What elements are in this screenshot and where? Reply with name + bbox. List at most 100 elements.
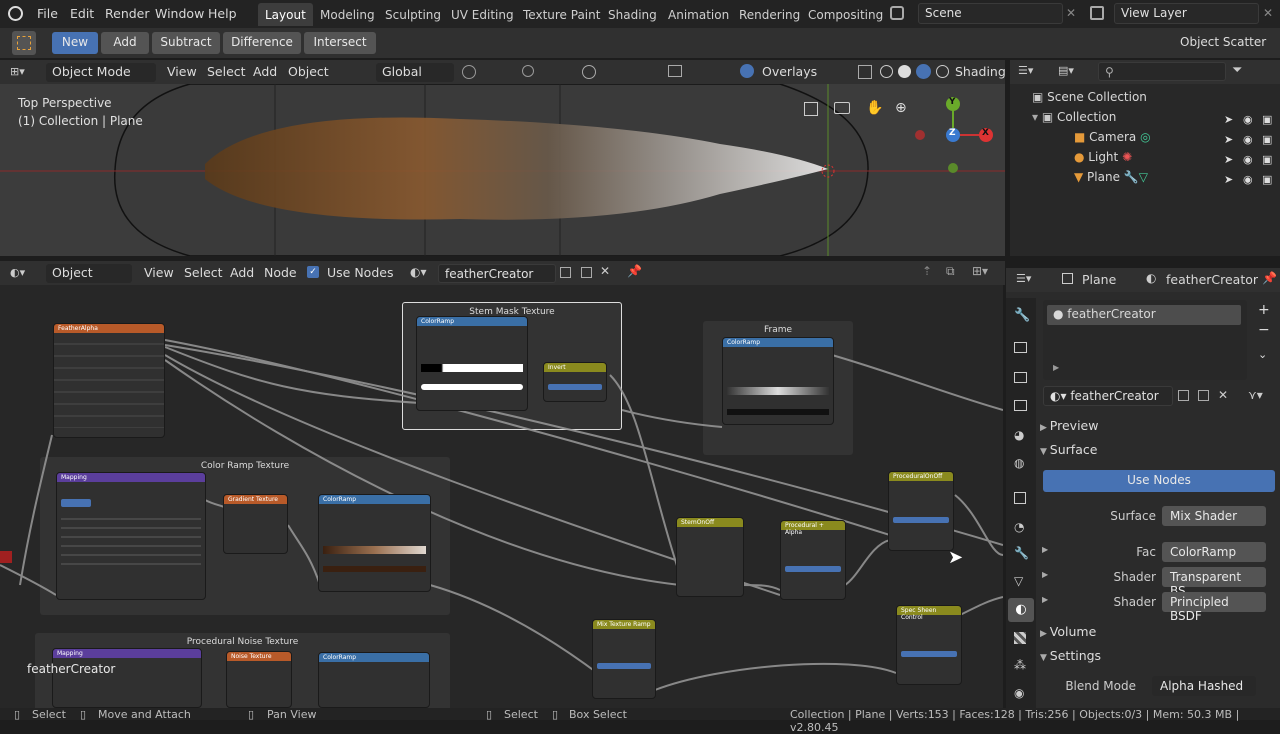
node-color-ramp-frame[interactable]: ColorRamp xyxy=(722,337,834,425)
node-color-ramp-texture[interactable]: ColorRamp xyxy=(318,494,431,592)
menu-select[interactable]: Select xyxy=(207,64,246,79)
menu-view[interactable]: View xyxy=(144,265,174,280)
view-layer-selector[interactable]: View Layer xyxy=(1114,3,1259,24)
remove-slot-icon[interactable]: − xyxy=(1258,322,1270,338)
physics-tab-icon[interactable]: ◉ xyxy=(1014,686,1024,700)
prop-value-shader-2[interactable]: Principled BSDF xyxy=(1162,592,1266,623)
close-icon[interactable]: ✕ xyxy=(600,264,610,278)
duplicate-icon[interactable] xyxy=(1198,390,1209,401)
tab-texture-paint[interactable]: Texture Paint xyxy=(516,3,607,26)
particles-tab-icon[interactable]: ⁂ xyxy=(1014,658,1026,672)
use-nodes-button[interactable]: Use Nodes xyxy=(1043,470,1275,492)
material-slot-list[interactable]: ● featherCreator ▶ xyxy=(1043,300,1247,380)
link-type-icon[interactable]: ⋎▾ xyxy=(1248,388,1263,402)
material-slot-item[interactable]: ● featherCreator xyxy=(1047,305,1241,325)
node-invert[interactable]: Invert xyxy=(543,362,607,402)
tab-shading[interactable]: Shading xyxy=(601,3,664,26)
mode-subtract-button[interactable]: Subtract xyxy=(152,32,220,54)
modifier-tab-icon[interactable]: ◔ xyxy=(1014,520,1024,534)
prop-value-surface[interactable]: Mix Shader xyxy=(1162,506,1266,526)
3d-viewport[interactable]: Top Perspective (1) Collection | Plane ✋… xyxy=(0,84,1005,256)
blend-mode-dropdown[interactable]: Alpha Hashed xyxy=(1152,676,1256,696)
camera-view-icon[interactable] xyxy=(834,102,850,114)
output-tab-icon[interactable] xyxy=(1014,372,1027,383)
menu-render[interactable]: Render xyxy=(105,6,150,21)
scene-collection-item[interactable]: ▣ Scene Collection xyxy=(1032,90,1147,104)
xray-icon[interactable] xyxy=(858,65,872,79)
gizmo-icon[interactable] xyxy=(582,65,596,79)
select-toggle-icon[interactable]: ➤ ➤ ➤ ➤ xyxy=(1224,110,1233,190)
select-box-icon[interactable] xyxy=(12,31,36,55)
fake-user-icon[interactable] xyxy=(560,267,571,278)
shading-label[interactable]: Shading xyxy=(955,64,1006,79)
node-noise-texture[interactable]: Noise Texture xyxy=(226,651,292,708)
node-mix-texture-ramp[interactable]: Mix Texture Ramp xyxy=(592,619,656,699)
data-tab-icon[interactable]: ▽ xyxy=(1014,574,1023,588)
chevron-down-icon[interactable]: ⌄ xyxy=(1258,348,1267,361)
wrench-tab-icon[interactable]: 🔧 xyxy=(1014,546,1029,560)
blender-logo-icon[interactable] xyxy=(8,6,23,21)
use-nodes-checkbox[interactable]: ✓ xyxy=(307,266,319,278)
panel-volume[interactable]: ▶ Volume xyxy=(1040,624,1276,646)
material-name-field[interactable]: featherCreator xyxy=(438,264,556,283)
menu-view[interactable]: View xyxy=(167,64,197,79)
menu-select[interactable]: Select xyxy=(184,265,223,280)
tab-uv-editing[interactable]: UV Editing xyxy=(444,3,521,26)
grid-toggle-icon[interactable] xyxy=(804,102,818,116)
menu-window[interactable]: Window xyxy=(155,6,204,21)
menu-node[interactable]: Node xyxy=(264,265,297,280)
node-color-ramp-noise[interactable]: ColorRamp xyxy=(318,652,430,708)
menu-file[interactable]: File xyxy=(37,6,58,21)
menu-add[interactable]: Add xyxy=(253,64,277,79)
outliner-search-input[interactable]: ⚲ xyxy=(1098,62,1226,81)
node-spec-sheen-control[interactable]: Spec Sheen Control xyxy=(896,605,962,685)
snap-target-icon[interactable]: ⊞▾ xyxy=(972,264,988,278)
node-feather-alpha[interactable]: FeatherAlpha xyxy=(53,323,165,438)
fake-user-icon[interactable] xyxy=(1178,390,1189,401)
chevron-right-icon[interactable]: ▶ xyxy=(1042,570,1048,579)
chevron-right-icon[interactable]: ▶ xyxy=(1042,595,1048,604)
menu-object[interactable]: Object xyxy=(288,64,329,79)
scene-tab-icon[interactable]: ◕ xyxy=(1014,428,1024,442)
tab-compositing[interactable]: Compositing xyxy=(801,3,890,26)
material-data-field[interactable]: ◐▾ featherCreator xyxy=(1043,386,1173,406)
material-browse-icon[interactable]: ◐▾ xyxy=(410,265,427,279)
panel-preview[interactable]: ▶ Preview xyxy=(1040,418,1276,440)
scene-icon[interactable] xyxy=(890,6,904,20)
close-icon[interactable]: ✕ xyxy=(1263,6,1273,20)
overlays-label[interactable]: Overlays xyxy=(762,64,817,79)
prop-value-shader-1[interactable]: Transparent BS.. xyxy=(1162,567,1266,598)
outliner-item-plane[interactable]: ▼ Plane 🔧▽ xyxy=(1074,170,1148,184)
shader-type-dropdown[interactable]: Object xyxy=(46,264,132,283)
wireframe-shading-icon[interactable] xyxy=(880,65,893,78)
node-mapping-noise[interactable]: Mapping xyxy=(52,648,202,708)
pin-icon[interactable]: 📌 xyxy=(627,264,642,278)
editor-type-icon[interactable]: ⊞▾ xyxy=(10,65,36,79)
material-shading-icon[interactable] xyxy=(916,64,931,79)
menu-help[interactable]: Help xyxy=(208,6,237,21)
node-editor[interactable]: Stem Mask Texture Frame Color Ramp Textu… xyxy=(0,285,1003,708)
list-expand-icon[interactable]: ▶ xyxy=(1053,363,1059,372)
editor-type-icon[interactable]: ◐▾ xyxy=(10,266,25,279)
outliner-item-camera[interactable]: ■ Camera ◎ xyxy=(1074,130,1151,144)
view-layer-tab-icon[interactable] xyxy=(1014,400,1027,411)
node-procedural-on-off[interactable]: ProceduralOnOff xyxy=(888,471,954,551)
snap-icon[interactable]: ⧉ xyxy=(946,264,955,279)
collection-item[interactable]: ▾ ▣ Collection xyxy=(1032,110,1116,124)
panel-surface[interactable]: ▼ Surface xyxy=(1040,442,1276,464)
mode-new-button[interactable]: New xyxy=(52,32,98,54)
panel-settings[interactable]: ▼ Settings xyxy=(1040,648,1276,670)
add-slot-icon[interactable]: + xyxy=(1258,302,1270,318)
orientation-dropdown[interactable]: Global xyxy=(376,63,454,82)
node-mapping[interactable]: Mapping xyxy=(56,472,206,600)
filter-icon[interactable]: ⏷ xyxy=(1232,63,1242,78)
close-icon[interactable]: ✕ xyxy=(1218,388,1228,402)
node-gradient-texture[interactable]: Gradient Texture xyxy=(223,494,288,554)
tab-sculpting[interactable]: Sculpting xyxy=(378,3,448,26)
visibility-eye-icon[interactable]: ◉ ◉ ◉ ◉ xyxy=(1243,110,1253,190)
view-layer-icon[interactable] xyxy=(1090,6,1104,20)
menu-edit[interactable]: Edit xyxy=(70,6,94,21)
tab-rendering[interactable]: Rendering xyxy=(732,3,807,26)
prop-value-fac[interactable]: ColorRamp xyxy=(1162,542,1266,562)
menu-add[interactable]: Add xyxy=(230,265,254,280)
